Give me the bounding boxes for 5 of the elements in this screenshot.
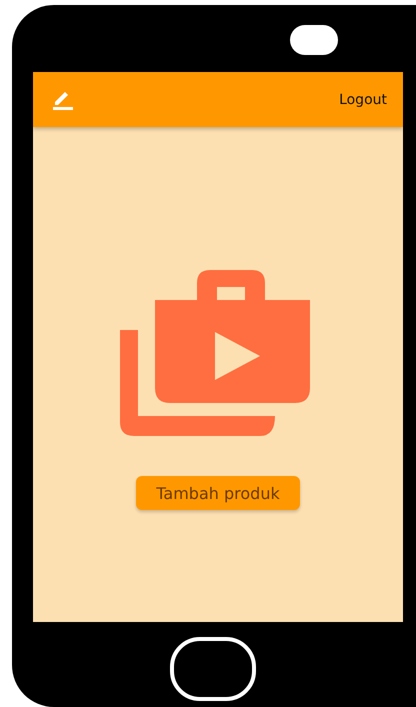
logout-button[interactable]: Logout (339, 92, 387, 108)
add-product-button[interactable]: Tambah produk (136, 476, 300, 510)
video-briefcase-icon (120, 270, 310, 436)
phone-speaker (290, 25, 338, 55)
home-button[interactable] (170, 637, 256, 701)
